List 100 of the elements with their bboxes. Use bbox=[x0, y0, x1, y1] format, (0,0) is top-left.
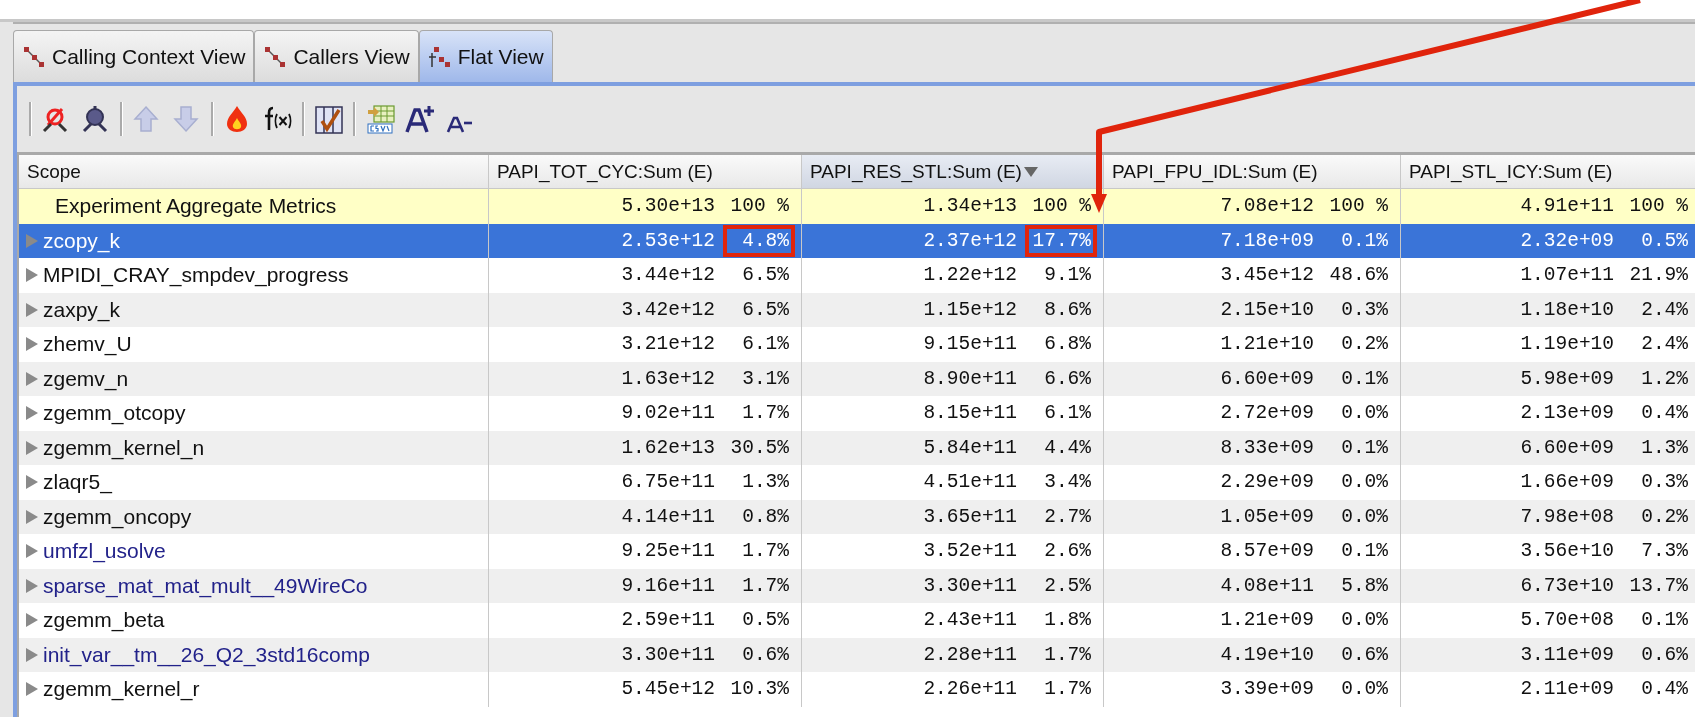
metric-percent: 1.7% bbox=[1043, 677, 1092, 703]
scope-name: zgemm_oncopy bbox=[43, 504, 192, 529]
table-row[interactable]: zgemm_kernel_n 1.62e+13 30.5% 5.84e+11 4.4% 8.33e+09 0.1% 6.60e+09 1.3% bbox=[19, 430, 1695, 465]
scope-name: init_var__tm__26_Q2_3std16comp bbox=[43, 642, 370, 667]
metric-value: 1.62e+13 bbox=[621, 436, 715, 459]
metric-value: 3.56e+10 bbox=[1520, 540, 1614, 563]
scope-name: zlaqr5_ bbox=[43, 470, 112, 495]
metric-percent: 5.8% bbox=[1340, 573, 1389, 599]
table-row[interactable]: init_var__tm__26_Q2_3std16comp 3.30e+11 0.6% 2.28e+11 1.7% 4.19e+10 0.6% 3.11e+09 0.6% bbox=[19, 637, 1695, 672]
metric-percent: 0.1% bbox=[1340, 228, 1389, 254]
spreadsheet-export-icon[interactable] bbox=[364, 103, 396, 135]
metric-value: 2.72e+09 bbox=[1220, 402, 1314, 425]
metric-percent: 0.1% bbox=[1340, 435, 1389, 461]
metric-percent: 0.5% bbox=[1640, 228, 1689, 254]
metric-percent: 0.0% bbox=[1340, 401, 1389, 427]
tree-nodes-icon bbox=[263, 44, 288, 69]
expand-triangle-icon bbox=[25, 405, 39, 422]
metric-percent: 0.3% bbox=[1640, 470, 1689, 496]
tree-nodes-icon bbox=[22, 44, 46, 69]
scope-name: sparse_mat_mat_mult__49WireCo bbox=[43, 573, 368, 598]
metric-percent: 9.1% bbox=[1043, 263, 1092, 289]
metric-value: 1.18e+10 bbox=[1520, 298, 1614, 321]
metric-percent: 0.5% bbox=[741, 608, 790, 634]
metric-percent: 4.8% bbox=[723, 224, 795, 257]
expand-triangle-icon bbox=[25, 370, 39, 387]
expand-triangle-icon bbox=[25, 439, 39, 456]
metric-percent: 0.6% bbox=[1640, 642, 1689, 668]
metric-percent: 100 % bbox=[729, 194, 790, 220]
column-header[interactable]: PAPI_RES_STL:Sum (E) bbox=[802, 155, 1104, 188]
table-row[interactable]: sparse_mat_mat_mult__49WireCo 9.16e+11 1.7% 3.30e+11 2.5% 4.08e+11 5.8% 6.73e+10 13.7% bbox=[19, 568, 1695, 603]
table-row[interactable]: zcopy_k 2.53e+12 4.8% 2.37e+12 17.7% 7.18e+09 0.1% 2.32e+09 0.5% bbox=[19, 223, 1695, 258]
metric-value: 2.43e+11 bbox=[923, 609, 1017, 632]
metric-value: 1.21e+10 bbox=[1220, 333, 1314, 356]
column-header[interactable]: PAPI_STL_ICY:Sum (E) bbox=[1401, 155, 1695, 188]
metric-percent: 1.7% bbox=[741, 539, 790, 565]
table-row[interactable]: zgemm_oncopy 4.14e+11 0.8% 3.65e+11 2.7% 1.05e+09 0.0% 7.98e+08 0.2% bbox=[19, 499, 1695, 534]
expand-triangle-icon bbox=[25, 474, 39, 491]
metric-percent: 2.6% bbox=[1043, 539, 1092, 565]
metric-percent: 0.4% bbox=[1640, 401, 1689, 427]
metric-value: 2.28e+11 bbox=[923, 643, 1017, 666]
expand-triangle-icon bbox=[25, 232, 39, 249]
metric-percent: 17.7% bbox=[1025, 224, 1097, 257]
column-header[interactable]: PAPI_FPU_IDL:Sum (E) bbox=[1104, 155, 1401, 188]
scope-name: zgemm_kernel_r bbox=[43, 677, 200, 702]
metric-value: 1.63e+12 bbox=[621, 367, 715, 390]
metric-value: 2.32e+09 bbox=[1520, 229, 1614, 252]
metric-percent: 2.7% bbox=[1043, 504, 1092, 530]
metric-percent: 6.1% bbox=[1043, 401, 1092, 427]
scope-name: zcopy_k bbox=[43, 228, 121, 253]
expand-triangle-icon bbox=[25, 301, 39, 318]
metric-value: 5.30e+13 bbox=[621, 195, 715, 218]
flat-tree-icon bbox=[427, 44, 452, 69]
metric-value: 3.42e+12 bbox=[621, 298, 715, 321]
metric-percent: 1.7% bbox=[1043, 642, 1092, 668]
metric-value: 5.45e+12 bbox=[621, 678, 715, 701]
tab[interactable]: Calling Context View bbox=[13, 30, 255, 82]
scope-name: zgemv_n bbox=[43, 366, 129, 391]
metric-percent: 0.0% bbox=[1340, 470, 1389, 496]
table-row[interactable]: zaxpy_k 3.42e+12 6.5% 1.15e+12 8.6% 2.15e+10 0.3% 1.18e+10 2.4% bbox=[19, 292, 1695, 327]
metric-value: 1.15e+12 bbox=[923, 298, 1017, 321]
metric-value: 9.16e+11 bbox=[621, 574, 715, 597]
metric-value: 4.91e+11 bbox=[1520, 195, 1614, 218]
metric-value: 4.14e+11 bbox=[621, 505, 715, 528]
metric-value: 4.08e+11 bbox=[1220, 574, 1314, 597]
scope-name: zgemm_beta bbox=[43, 608, 165, 633]
metric-value: 3.52e+11 bbox=[923, 540, 1017, 563]
metric-value: 1.05e+09 bbox=[1220, 505, 1314, 528]
scope-name: zgemm_kernel_n bbox=[43, 435, 205, 460]
table-row[interactable]: Experiment Aggregate Metrics 5.30e+13 100 % 1.34e+13 100 % 7.08e+12 100 % 4.91e+11 100 % bbox=[19, 189, 1695, 224]
metric-value: 5.84e+11 bbox=[923, 436, 1017, 459]
tab[interactable]: Callers View bbox=[254, 30, 419, 82]
scope-name: zgemm_otcopy bbox=[43, 401, 186, 426]
table-row[interactable]: zgemv_n 1.63e+12 3.1% 8.90e+11 6.6% 6.60e+09 0.1% 5.98e+09 1.2% bbox=[19, 361, 1695, 396]
metric-value: 8.90e+11 bbox=[923, 367, 1017, 390]
metric-percent: 1.7% bbox=[741, 573, 790, 599]
tab[interactable]: Flat View bbox=[418, 30, 553, 82]
metric-percent: 48.6% bbox=[1328, 263, 1389, 289]
scope-name: MPIDI_CRAY_smpdev_progress bbox=[43, 263, 349, 288]
metric-percent: 3.1% bbox=[741, 366, 790, 392]
metric-percent: 6.6% bbox=[1043, 366, 1092, 392]
metric-percent: 1.3% bbox=[741, 470, 790, 496]
metric-percent: 1.8% bbox=[1043, 608, 1092, 634]
metric-value: 7.18e+09 bbox=[1220, 229, 1314, 252]
scope-name: umfzl_usolve bbox=[43, 539, 166, 564]
metric-percent: 7.3% bbox=[1640, 539, 1689, 565]
metric-value: 2.26e+11 bbox=[923, 678, 1017, 701]
column-header[interactable]: Scope bbox=[19, 155, 489, 188]
metric-value: 3.45e+12 bbox=[1220, 264, 1314, 287]
metric-value: 3.11e+09 bbox=[1520, 643, 1614, 666]
scope-name: zaxpy_k bbox=[43, 297, 121, 322]
metric-value: 6.60e+09 bbox=[1220, 367, 1314, 390]
expand-triangle-icon bbox=[25, 336, 39, 353]
column-check-icon[interactable] bbox=[313, 103, 345, 135]
metric-percent: 8.6% bbox=[1043, 297, 1092, 323]
metric-value: 6.73e+10 bbox=[1520, 574, 1614, 597]
metric-percent: 1.2% bbox=[1640, 366, 1689, 392]
metric-percent: 100 % bbox=[1328, 194, 1389, 220]
font-increase-icon[interactable] bbox=[404, 103, 436, 135]
metric-percent: 0.2% bbox=[1640, 504, 1689, 530]
metric-percent: 6.8% bbox=[1043, 332, 1092, 358]
